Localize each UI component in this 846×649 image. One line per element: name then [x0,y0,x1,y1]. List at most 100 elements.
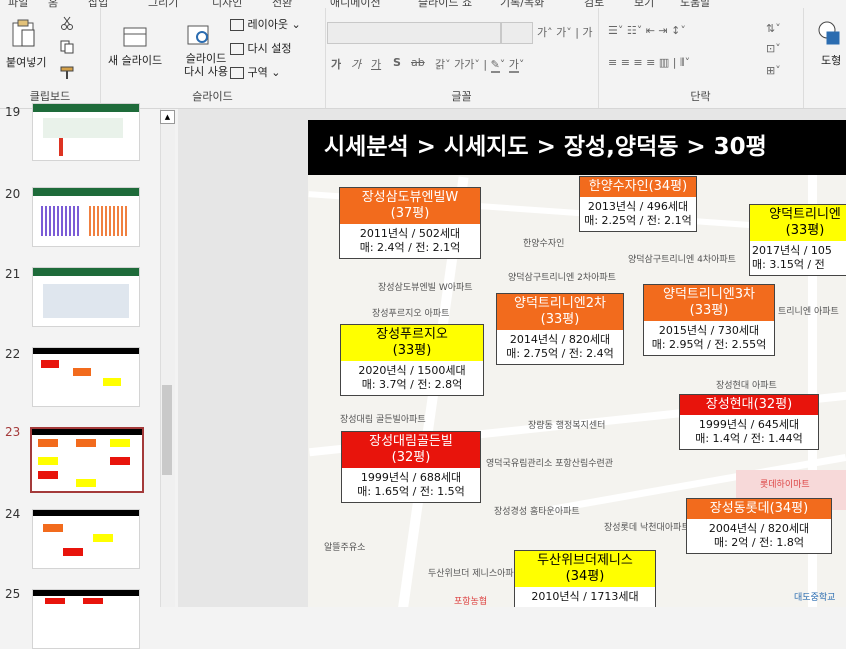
font-size-combo[interactable] [501,22,533,44]
scroll-up-icon[interactable]: ▲ [160,110,175,124]
shapes-icon[interactable] [817,20,843,49]
map-label: 롯데하이마트 [760,480,810,490]
card-yangdeok-trinien[interactable]: 양덕트리니엔 (33평) 2017년식 / 105 매: 3.15억 / 전 [749,204,846,276]
card-name: 양덕트리니엔3차 [663,287,755,302]
map-label: 장성경성 홈타운아파트 [494,507,580,517]
thumb-number: 23 [5,425,21,439]
reuse-slide-icon[interactable] [186,22,212,51]
map-label: 포항농협 [454,597,488,607]
map-label: 한양수자인 [523,239,565,249]
align-text-icon[interactable]: ⊡˅ [766,42,781,55]
card-yangdeok-trinien-3[interactable]: 양덕트리니엔3차 (33평) 2015년식 / 730세대 매: 2.95억 / 전… [643,284,775,356]
card-line2: 매: 3.7억 / 전: 2.8억 [361,378,463,391]
underline-button[interactable]: 가 [371,56,381,72]
card-jangseong-prugio[interactable]: 장성푸르지오 (33평) 2020년식 / 1500세대 매: 3.7억 / 전: … [340,324,484,396]
shapes-button[interactable]: 도형 [821,52,841,68]
map-label: 장성푸르지오 아파트 [372,309,450,319]
tab-animations[interactable]: 애니메이션 [330,0,381,8]
shadow-button[interactable]: S [393,56,401,69]
map-label: 장성삼도뷰엔빌 W아파트 [378,283,473,293]
card-size: (37평) [390,206,430,221]
font-group: 가˄ 가˅ | 가 가 가 가 S ab 갉˅ 가가˅ | ✎˅ 가˅ 글꼴 [325,8,599,108]
map-label: 양덕삼구트리니엔 4차아파트 [628,255,736,265]
tab-transitions[interactable]: 전환 [272,0,292,8]
card-jangseong-daelim[interactable]: 장성대림골든빌 (32평) 1999년식 / 688세대 매: 1.65억 / 전:… [341,431,481,503]
slide-thumbnail-19[interactable] [32,103,140,161]
card-size: (32평) [391,450,431,465]
font-name-combo[interactable] [327,22,501,44]
slide-thumbnail-22[interactable] [32,347,140,407]
card-line2: 매: 2.25억 / 전: 2.1억 [584,214,692,227]
tab-home[interactable]: 홈 [48,0,58,8]
slide-thumbnail-20[interactable] [32,187,140,247]
card-doosan-weve[interactable]: 두산위브더제니스 (34평) 2010년식 / 1713세대 [514,550,656,607]
card-line1: 2015년식 / 730세대 [658,324,760,337]
slide-thumbnail-24[interactable] [32,509,140,569]
slides-group-label: 슬라이드 [192,90,233,103]
paste-button[interactable]: 붙여넣기 [6,54,46,70]
card-name: 장성대림골든빌 [369,434,453,449]
tab-record[interactable]: 기록/녹화 [500,0,544,8]
card-hanyang-sujain[interactable]: 한양수자인(34평) 2013년식 / 496세대 매: 2.25억 / 전: 2… [579,176,697,232]
new-slide-button[interactable]: 새 슬라이드 [108,52,168,68]
format-painter-icon[interactable] [60,66,74,83]
tab-draw[interactable]: 그리기 [148,0,178,8]
tab-slideshow[interactable]: 슬라이드 쇼 [418,0,472,8]
list-buttons[interactable]: ☰˅ ☷˅ ⇤ ⇥ ↕˅ [608,24,686,37]
font-group-label: 글꼴 [451,90,472,103]
thumbnail-scrollbar[interactable] [160,109,175,607]
slide-thumbnail-25[interactable] [32,589,140,649]
clipboard-group-label: 클립보드 [29,90,71,103]
align-buttons[interactable]: ≡ ≡ ≡ ≡ ▥ | ⫴˅ [608,56,690,70]
card-line1: 1999년식 / 688세대 [360,471,462,484]
card-line1: 2013년식 / 496세대 [587,200,689,213]
new-slide-icon[interactable] [122,22,148,51]
bold-button[interactable]: 가 [331,56,341,72]
section-label: 구역 [247,66,268,79]
ribbon-tab-strip: 파일 홈 삽입 그리기 디자인 전환 애니메이션 슬라이드 쇼 기록/녹화 검토… [0,0,846,8]
card-yangdeok-trinien-2[interactable]: 양덕트리니엔2차 (33평) 2014년식 / 820세대 매: 2.75억 / 전… [496,293,624,365]
reset-label: 다시 설정 [247,42,292,55]
copy-icon[interactable] [60,40,74,57]
card-name: 장성삼도뷰엔빌W [361,190,459,205]
map-label: 알뜰주유소 [324,543,366,553]
scrollbar-thumb[interactable] [162,385,172,475]
tab-view[interactable]: 보기 [634,0,654,8]
card-name: 양덕트리니엔2차 [514,296,606,311]
text-direction-icon[interactable]: ⇅˅ [766,22,781,35]
paragraph-group-label: 단락 [690,90,711,103]
slide-thumbnail-23-selected[interactable] [30,427,144,493]
tab-design[interactable]: 디자인 [212,0,242,8]
italic-button[interactable]: 가 [351,56,361,72]
tab-insert[interactable]: 삽입 [88,0,108,8]
layout-button[interactable]: 레이아웃 ⌄ [230,16,301,32]
layout-icon [230,19,244,31]
card-name: 두산위브더제니스 [537,553,633,568]
reuse-slide-button[interactable]: 슬라이드 다시 사용 [176,52,236,78]
drawing-group: 도형 [803,8,846,108]
smartart-icon[interactable]: ⊞˅ [766,64,781,77]
card-line2: 매: 2.75억 / 전: 2.4억 [506,347,614,360]
map-label: 영덕국유림관리소 포항산림수련관 [486,459,614,469]
paste-icon[interactable] [10,18,36,51]
cut-icon[interactable] [60,16,74,33]
tab-review[interactable]: 검토 [584,0,604,8]
thumb-number: 24 [5,507,21,521]
section-button[interactable]: 구역 ⌄ [230,64,280,80]
card-jangseong-lotte[interactable]: 장성동롯데(34평) 2004년식 / 820세대 매: 2억 / 전: 1.8억 [686,498,832,554]
card-jangseong-samdo[interactable]: 장성삼도뷰엔빌W (37평) 2011년식 / 502세대 매: 2.4억 / 전:… [339,187,481,259]
font-size-controls[interactable]: 가˄ 가˅ | 가 [537,24,593,40]
reset-button[interactable]: 다시 설정 [230,40,291,56]
slide-thumbnail-21[interactable] [32,267,140,327]
spacing-button[interactable]: 갉˅ 가가˅ | ✎˅ 가˅ [435,56,524,73]
map-label: 양덕삼구트리니엔 2차아파트 [508,273,616,283]
section-icon [230,67,244,79]
ribbon: 붙여넣기 클립보드 새 슬라이드 슬라이드 다시 사용 레이아웃 ⌄ 다시 설정… [0,8,846,109]
card-jangseong-hyundai[interactable]: 장성현대(32평) 1999년식 / 645세대 매: 1.4억 / 전: 1.4… [679,394,819,450]
tab-help[interactable]: 도움말 [680,0,710,8]
card-line2: 매: 3.15억 / 전 [752,258,825,271]
strike-button[interactable]: ab [411,56,425,69]
slide[interactable]: 한양수자인 양덕삼구트리니엔 2차아파트 장성삼도뷰엔빌 W아파트 양덕삼구트리… [308,120,846,607]
tab-file[interactable]: 파일 [8,0,28,8]
slides-group: 새 슬라이드 슬라이드 다시 사용 레이아웃 ⌄ 다시 설정 구역 ⌄ 슬라이드 [100,8,326,108]
